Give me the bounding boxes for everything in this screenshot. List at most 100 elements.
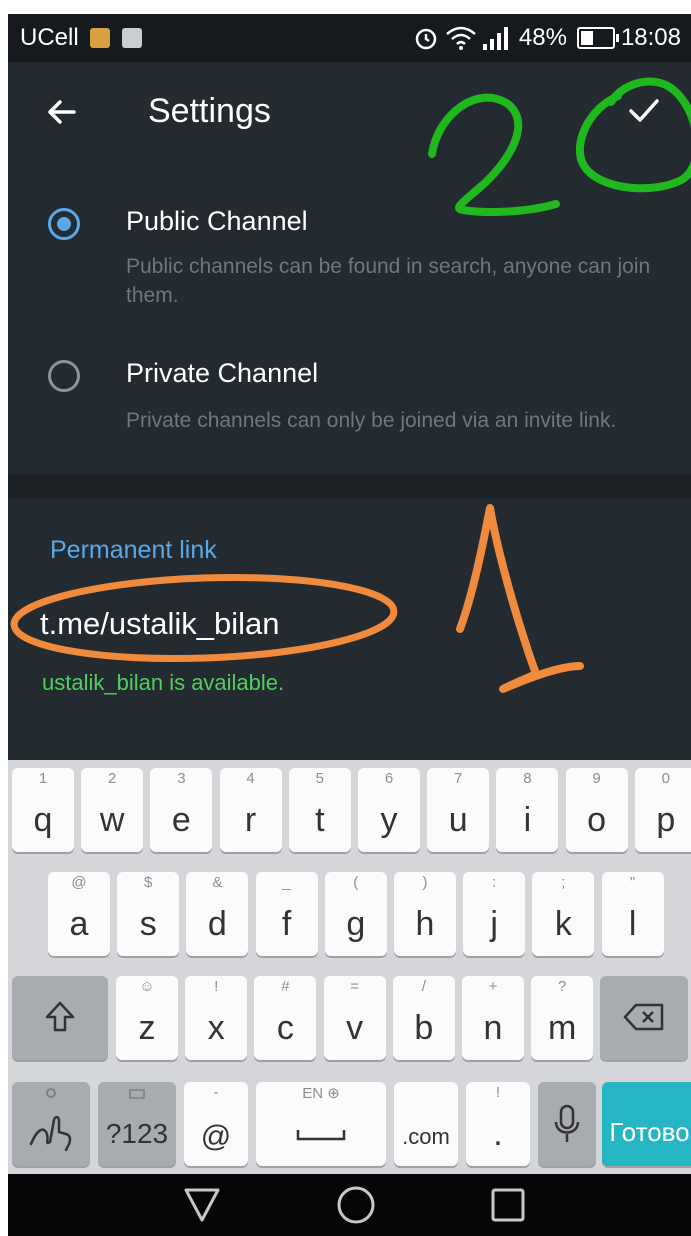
key-r[interactable]: 4r (219, 768, 282, 852)
key-label: o (587, 801, 607, 839)
key-secondary-label: 7 (454, 770, 463, 787)
key-label: u (448, 801, 468, 839)
swipe-gesture-icon (29, 1115, 72, 1152)
key-label: g (346, 905, 366, 943)
symbols-key[interactable]: ?123 (98, 1082, 176, 1166)
home-circle-icon[interactable] (326, 1174, 386, 1236)
key-secondary-label: ) (422, 874, 428, 891)
space-key[interactable]: EN ⊕ (256, 1082, 386, 1166)
key-q[interactable]: 1q (12, 768, 74, 852)
key-secondary-label: 8 (523, 770, 532, 787)
key-secondary-label: ? (558, 978, 567, 995)
key-k[interactable]: ; k (532, 872, 595, 956)
key-y[interactable]: 6y (358, 768, 420, 852)
key-x[interactable]: ! x (185, 976, 248, 1060)
key-g[interactable]: (g (324, 872, 387, 956)
key-o[interactable]: 9o (565, 768, 628, 852)
key-t[interactable]: 5t (288, 768, 351, 852)
backspace-key[interactable] (600, 976, 688, 1060)
key-secondary-label: ! (214, 978, 219, 995)
key-label: m (548, 1009, 577, 1047)
period-key-label: . (493, 1115, 503, 1153)
key-secondary-label: 5 (315, 770, 324, 787)
key-label: c (276, 1009, 294, 1047)
key-label: j (490, 905, 498, 943)
key-p[interactable]: 0p (634, 768, 691, 852)
key-label: i (523, 801, 532, 839)
key-f[interactable]: _ f (255, 872, 318, 956)
key-label: a (69, 905, 89, 943)
key-label: e (171, 801, 191, 839)
key-e[interactable]: 3e (150, 768, 213, 852)
done-key[interactable]: Готово (602, 1082, 691, 1166)
key-label: h (415, 905, 435, 943)
backspace-icon (623, 1003, 664, 1031)
phone-screen: UCell 48% 18:08 Settings Public Channel … (8, 14, 691, 1236)
key-label: x (207, 1009, 225, 1047)
key-secondary-label: & (212, 874, 223, 891)
key-label: b (414, 1009, 434, 1047)
key-label: q (33, 801, 53, 839)
key-d[interactable]: & d (186, 872, 249, 956)
key-label: p (656, 801, 676, 839)
key-w[interactable]: 2w (81, 768, 144, 852)
back-triangle-icon[interactable] (172, 1174, 232, 1236)
key-label: n (483, 1009, 503, 1047)
symbols-key-label: ?123 (105, 1118, 169, 1149)
annotation-step-1 (456, 504, 584, 693)
key-secondary-label: 3 (177, 770, 186, 787)
soft-keyboard: 1 q 2 w 3 e 4 r 5 t 6 y 7 u 8 i 9 o 0 p @ a $ s & d _ f(g) h: j; k " l ☺ z… (8, 760, 691, 1174)
key-label: w (99, 801, 125, 839)
key-label: r (244, 801, 257, 839)
key-label: t (315, 801, 325, 839)
key-h[interactable]: ) h (394, 872, 456, 956)
period-key[interactable]: ! . (466, 1082, 530, 1166)
key-secondary-label: / (421, 978, 426, 995)
space-bar-icon (296, 1130, 346, 1141)
annotation-step-2 (428, 93, 560, 216)
key-n[interactable]: + n (462, 976, 524, 1060)
navigation-bar (8, 1174, 691, 1236)
at-key[interactable]: - @ (184, 1082, 248, 1166)
shift-key[interactable] (12, 976, 108, 1060)
key-c[interactable]: # c (254, 976, 317, 1060)
key-a[interactable]: @ a (48, 872, 110, 956)
key-secondary-label: 1 (38, 770, 48, 787)
key-secondary-label: ☺ (139, 978, 155, 995)
key-m[interactable]: ? m (531, 976, 594, 1060)
shift-icon (45, 1001, 75, 1032)
microphone-key[interactable] (538, 1082, 596, 1166)
microphone-icon (554, 1104, 580, 1142)
dotcom-key[interactable]: .com (394, 1082, 458, 1166)
annotation-layer (10, 77, 691, 693)
key-label: s (139, 905, 157, 943)
done-key-label: Готово (609, 1117, 690, 1147)
key-s[interactable]: $ s (117, 872, 180, 956)
key-u[interactable]: 7u (427, 768, 490, 852)
key-l[interactable]: " l (601, 872, 664, 956)
key-label: v (346, 1009, 364, 1047)
key-z[interactable]: ☺ z (116, 976, 178, 1060)
swipe-key[interactable] (12, 1082, 90, 1166)
key-b[interactable]: / b (392, 976, 455, 1060)
key-secondary-label: _ (282, 874, 291, 891)
annotation-circle-link (10, 573, 398, 663)
key-i[interactable]: 8i (496, 768, 559, 852)
key-secondary-label: + (488, 978, 498, 995)
key-label: z (138, 1009, 156, 1047)
key-secondary-label: # (281, 978, 290, 995)
key-secondary-label: ( (353, 874, 359, 891)
key-secondary-label: ; (561, 874, 566, 891)
key-secondary-label: 4 (246, 770, 255, 787)
key-secondary-label: 0 (661, 770, 670, 787)
dotcom-key-label: .com (402, 1124, 450, 1149)
key-secondary-label: @ (71, 874, 87, 891)
gear-icon (46, 1088, 56, 1098)
period-key-secondary: ! (495, 1084, 501, 1101)
at-key-label: @ (200, 1120, 232, 1153)
key-v[interactable]: = v (323, 976, 386, 1060)
key-secondary-label: : (492, 874, 497, 891)
key-label: l (628, 905, 637, 943)
key-j[interactable]: :j (463, 872, 526, 956)
recents-square-icon[interactable] (478, 1174, 538, 1236)
